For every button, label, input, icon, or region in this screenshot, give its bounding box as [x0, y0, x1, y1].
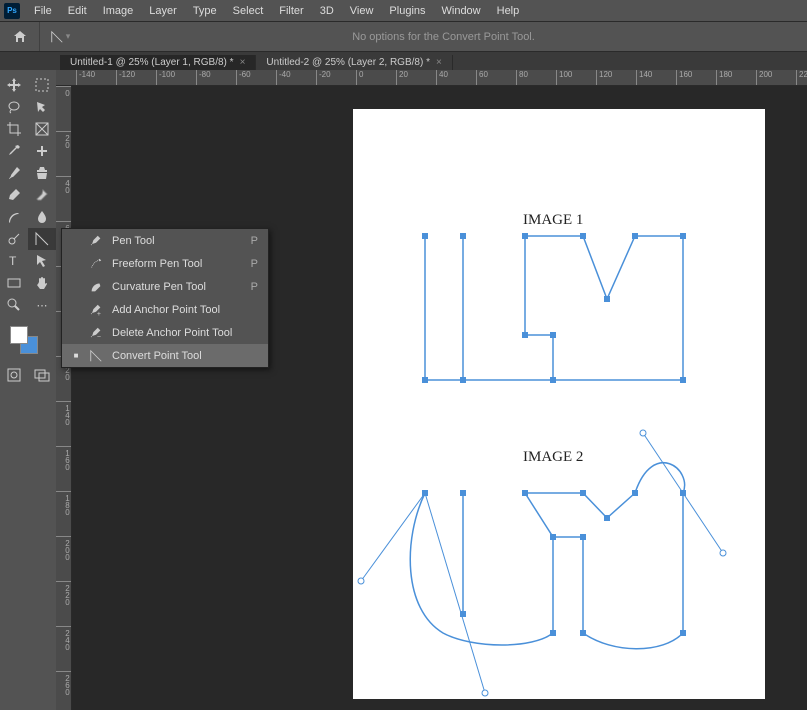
anchor-points-1[interactable]	[422, 233, 686, 383]
flyout-pen-tool[interactable]: Pen Tool P	[62, 229, 268, 252]
menu-image[interactable]: Image	[95, 2, 142, 20]
flyout-shortcut: P	[244, 258, 258, 270]
quick-select-tool[interactable]	[28, 96, 56, 118]
options-bar: ▾ No options for the Convert Point Tool.	[0, 22, 807, 52]
menu-file[interactable]: File	[26, 2, 60, 20]
tab-label: Untitled-1 @ 25% (Layer 1, RGB/8) *	[70, 57, 234, 68]
screen-mode-tool[interactable]	[28, 364, 56, 386]
tab-untitled-2[interactable]: Untitled-2 @ 25% (Layer 2, RGB/8) * ×	[256, 55, 452, 70]
flyout-label: Convert Point Tool	[112, 350, 236, 362]
svg-text:T: T	[9, 254, 17, 268]
frame-tool[interactable]	[28, 118, 56, 140]
menu-select[interactable]: Select	[225, 2, 272, 20]
menu-plugins[interactable]: Plugins	[381, 2, 433, 20]
curvature-pen-icon	[88, 280, 104, 294]
anchor-points-2[interactable]	[422, 490, 686, 636]
add-anchor-icon: +	[88, 303, 104, 317]
flyout-delete-anchor-tool[interactable]: − Delete Anchor Point Tool	[62, 321, 268, 344]
path-image-2[interactable]	[410, 463, 684, 649]
convert-point-icon	[88, 349, 104, 363]
more-tools[interactable]: ⋯	[28, 294, 56, 316]
blur-tool[interactable]	[28, 206, 56, 228]
delete-anchor-icon: −	[88, 326, 104, 340]
options-text: No options for the Convert Point Tool.	[80, 31, 807, 43]
tab-untitled-1[interactable]: Untitled-1 @ 25% (Layer 1, RGB/8) * ×	[60, 55, 256, 70]
flyout-add-anchor-tool[interactable]: + Add Anchor Point Tool	[62, 298, 268, 321]
doc-label-2: IMAGE 2	[523, 449, 583, 465]
tab-label: Untitled-2 @ 25% (Layer 2, RGB/8) *	[266, 57, 430, 68]
handle-point[interactable]	[482, 690, 488, 696]
bezier-handle[interactable]	[643, 433, 683, 493]
flyout-label: Freeform Pen Tool	[112, 258, 236, 270]
close-icon[interactable]: ×	[240, 57, 246, 68]
brush-tool[interactable]	[0, 162, 28, 184]
svg-text:+: +	[97, 311, 101, 317]
app-logo: Ps	[4, 3, 20, 19]
eraser-tool[interactable]	[28, 184, 56, 206]
pen-icon	[88, 234, 104, 248]
gradient-tool[interactable]	[0, 206, 28, 228]
menu-layer[interactable]: Layer	[141, 2, 185, 20]
freeform-pen-icon	[88, 257, 104, 271]
healing-tool[interactable]	[28, 140, 56, 162]
path-image-1[interactable]	[425, 236, 683, 380]
rectangle-tool[interactable]	[0, 272, 28, 294]
ruler-vertical[interactable]: 020406080100120140160180200220240260280	[56, 86, 72, 710]
clone-stamp-tool[interactable]	[28, 162, 56, 184]
bezier-handle[interactable]	[683, 493, 723, 553]
flyout-shortcut: P	[244, 235, 258, 247]
document-tab-bar: Untitled-1 @ 25% (Layer 1, RGB/8) * × Un…	[0, 52, 807, 70]
history-brush-tool[interactable]	[0, 184, 28, 206]
flyout-freeform-pen-tool[interactable]: Freeform Pen Tool P	[62, 252, 268, 275]
lasso-tool[interactable]	[0, 96, 28, 118]
menu-bar: Ps File Edit Image Layer Type Select Fil…	[0, 0, 807, 22]
flyout-shortcut: P	[244, 281, 258, 293]
flyout-label: Pen Tool	[112, 235, 236, 247]
dodge-tool[interactable]	[0, 228, 28, 250]
menu-edit[interactable]: Edit	[60, 2, 95, 20]
menu-3d[interactable]: 3D	[312, 2, 342, 20]
menu-window[interactable]: Window	[434, 2, 489, 20]
convert-point-icon	[50, 30, 64, 44]
canvas-area[interactable]: IMAGE 1 IMAGE 2	[72, 86, 807, 710]
handle-point[interactable]	[720, 550, 726, 556]
flyout-label: Add Anchor Point Tool	[112, 304, 236, 316]
bezier-handle[interactable]	[361, 493, 425, 581]
home-icon	[12, 29, 28, 45]
pen-tool[interactable]	[28, 228, 56, 250]
flyout-label: Curvature Pen Tool	[112, 281, 236, 293]
document-canvas[interactable]: IMAGE 1 IMAGE 2	[353, 109, 765, 699]
menu-type[interactable]: Type	[185, 2, 225, 20]
quick-mask-tool[interactable]	[0, 364, 28, 386]
handle-point[interactable]	[358, 578, 364, 584]
eyedropper-tool[interactable]	[0, 140, 28, 162]
svg-text:−: −	[97, 334, 101, 340]
zoom-tool[interactable]	[0, 294, 28, 316]
flyout-convert-point-tool[interactable]: ■ Convert Point Tool	[62, 344, 268, 367]
bezier-handle[interactable]	[425, 493, 485, 693]
menu-filter[interactable]: Filter	[271, 2, 311, 20]
chevron-down-icon: ▾	[66, 31, 71, 42]
tool-palette: T ⋯	[0, 70, 56, 710]
menu-help[interactable]: Help	[489, 2, 528, 20]
pen-tool-flyout: Pen Tool P Freeform Pen Tool P Curvature…	[61, 228, 269, 368]
move-tool[interactable]	[0, 74, 28, 96]
path-select-tool[interactable]	[28, 250, 56, 272]
crop-tool[interactable]	[0, 118, 28, 140]
handle-point[interactable]	[640, 430, 646, 436]
home-button[interactable]	[0, 22, 40, 51]
flyout-curvature-pen-tool[interactable]: Curvature Pen Tool P	[62, 275, 268, 298]
ruler-horizontal[interactable]: -140-120-100-80-60-40-200204060801001201…	[56, 70, 807, 86]
color-swatches[interactable]	[0, 322, 56, 362]
selected-mark: ■	[72, 351, 80, 360]
menu-view[interactable]: View	[342, 2, 382, 20]
flyout-label: Delete Anchor Point Tool	[112, 327, 236, 339]
marquee-tool[interactable]	[28, 74, 56, 96]
hand-tool[interactable]	[28, 272, 56, 294]
doc-label-1: IMAGE 1	[523, 212, 583, 228]
close-icon[interactable]: ×	[436, 57, 442, 68]
type-tool[interactable]: T	[0, 250, 28, 272]
current-tool-indicator[interactable]: ▾	[40, 30, 80, 44]
foreground-swatch[interactable]	[10, 326, 28, 344]
